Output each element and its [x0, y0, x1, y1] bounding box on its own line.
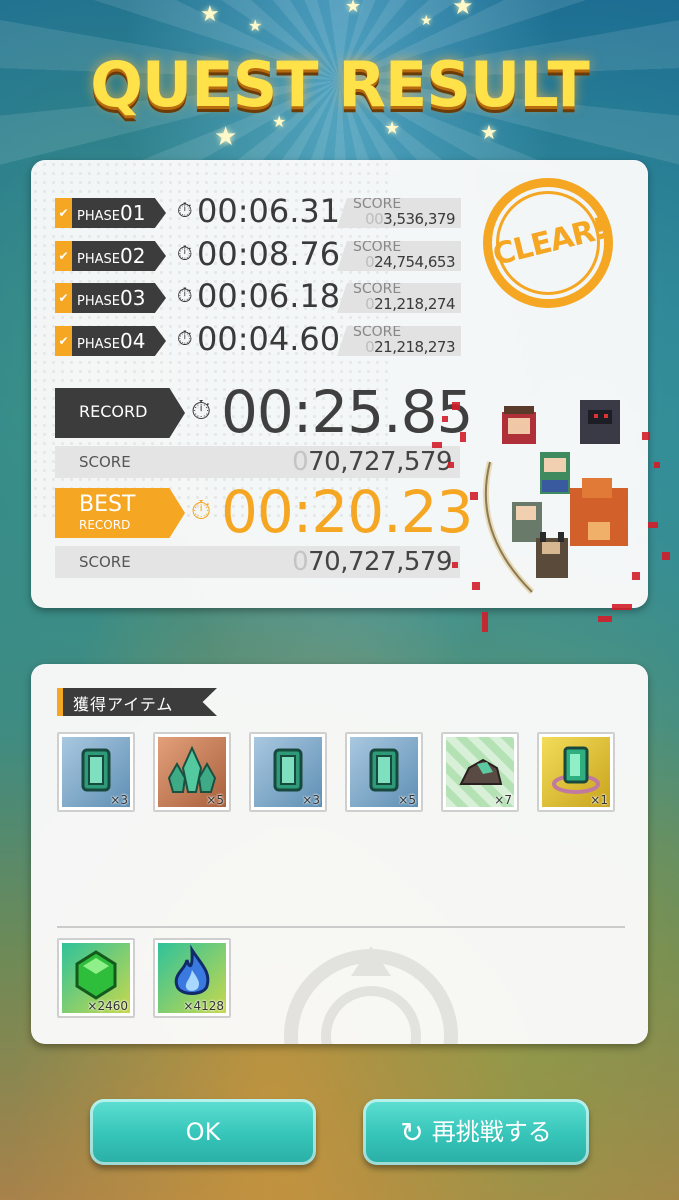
- reward-item[interactable]: ×5: [345, 732, 423, 812]
- phase-row-2: ✔ PHASE02 ⏱ 00:08.76 SCORE 024,754,653: [55, 235, 465, 273]
- phase-row-3: ✔ PHASE03 ⏱ 00:06.18 SCORE 021,218,274: [55, 277, 465, 315]
- party-characters-image: [432, 400, 670, 632]
- check-icon: ✔: [55, 283, 72, 313]
- stopwatch-icon: ⏱: [191, 496, 212, 526]
- stopwatch-icon: ⏱: [177, 326, 193, 350]
- phase-time: 00:06.18: [197, 277, 341, 315]
- phase-score: SCORE 021,218,274: [337, 283, 461, 313]
- phase-tag: ✔ PHASE04: [55, 326, 166, 356]
- star-icon: ★: [200, 2, 220, 27]
- star-icon: ★: [384, 118, 401, 139]
- best-record-tag: BEST RECORD: [55, 488, 185, 538]
- reward-item[interactable]: ×7: [441, 732, 519, 812]
- star-icon: ★: [248, 16, 263, 35]
- check-icon: ✔: [55, 198, 72, 228]
- retry-button[interactable]: ↻ 再挑戦する: [363, 1099, 589, 1165]
- ok-button[interactable]: OK: [90, 1099, 316, 1165]
- phase-tag: ✔ PHASE01: [55, 198, 166, 228]
- star-icon: ★: [420, 13, 433, 29]
- clear-stamp: CLEAR!: [483, 178, 613, 308]
- phase-time: 00:08.76: [197, 235, 341, 273]
- stopwatch-icon: ⏱: [177, 241, 193, 265]
- retry-icon: ↻: [400, 1116, 424, 1149]
- star-icon: ★: [480, 120, 498, 144]
- stopwatch-icon: ⏱: [177, 198, 193, 222]
- record-score-bar: SCORE 070,727,579: [55, 446, 460, 478]
- phase-tag: ✔ PHASE02: [55, 241, 166, 271]
- quest-result-title: QUEST RESULT: [90, 48, 590, 121]
- reward-currency[interactable]: ×2460: [57, 938, 135, 1018]
- reward-currency[interactable]: ×4128: [153, 938, 231, 1018]
- star-icon: ★: [345, 0, 362, 17]
- stopwatch-icon: ⏱: [191, 396, 212, 426]
- phase-row-1: ✔ PHASE01 ⏱ 00:06.31 SCORE 003,536,379: [55, 192, 465, 230]
- phase-score: SCORE 021,218,273: [337, 326, 461, 356]
- reward-item[interactable]: ×3: [57, 732, 135, 812]
- phase-row-4: ✔ PHASE04 ⏱ 00:04.60 SCORE 021,218,273: [55, 320, 465, 358]
- stopwatch-icon: ⏱: [177, 283, 193, 307]
- phase-time: 00:04.60: [197, 320, 341, 358]
- check-icon: ✔: [55, 326, 72, 356]
- items-panel: 獲得アイテム ×3 ×5 ×3 ×5 ×7 ×1 ×2460 ×4128: [31, 664, 648, 1044]
- phase-tag: ✔ PHASE03: [55, 283, 166, 313]
- reward-item[interactable]: ×1: [537, 732, 615, 812]
- best-score-bar: SCORE 070,727,579: [55, 546, 460, 578]
- check-icon: ✔: [55, 241, 72, 271]
- phase-score: SCORE 003,536,379: [337, 198, 461, 228]
- phase-score: SCORE 024,754,653: [337, 241, 461, 271]
- phase-time: 00:06.31: [197, 192, 341, 230]
- star-icon: ★: [452, 0, 474, 20]
- emblem-watermark-icon: [284, 946, 458, 1044]
- record-tag: RECORD: [55, 388, 185, 438]
- items-header: 獲得アイテム: [57, 688, 217, 716]
- reward-item[interactable]: ×5: [153, 732, 231, 812]
- reward-item[interactable]: ×3: [249, 732, 327, 812]
- star-icon: ★: [214, 122, 238, 152]
